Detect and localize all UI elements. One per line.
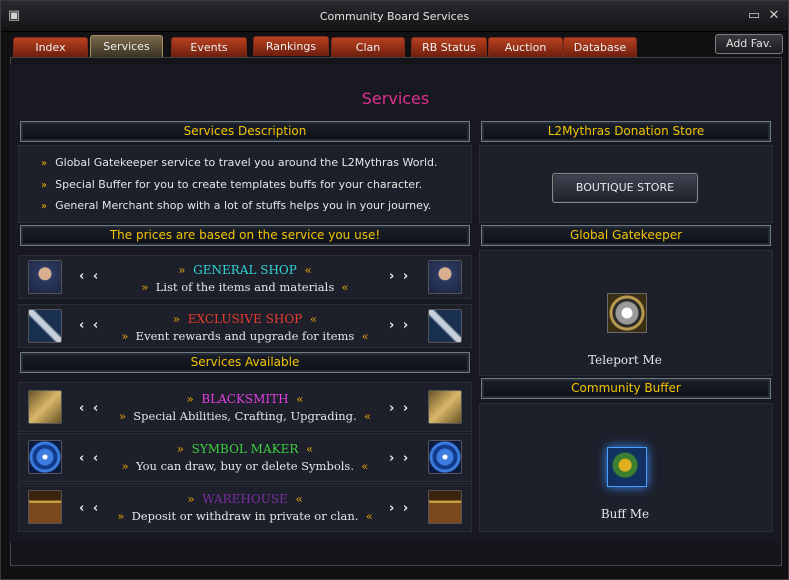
right-arrows-icon[interactable]: › › xyxy=(389,401,410,416)
prices-header: The prices are based on the service you … xyxy=(20,225,470,246)
tab-auction[interactable]: Auction xyxy=(488,37,563,57)
snowflake-symbol-icon xyxy=(28,440,62,474)
global-gatekeeper-header: Global Gatekeeper xyxy=(481,225,771,246)
treasure-chest-icon xyxy=(428,490,462,524)
shop-subtitle: » Event rewards and upgrade for items « xyxy=(121,329,369,343)
snowflake-symbol-icon xyxy=(428,440,462,474)
service-title[interactable]: » SYMBOL MAKER « xyxy=(114,442,376,456)
buff-me-label[interactable]: Buff Me xyxy=(479,507,771,521)
general-shop-row[interactable]: ‹ ‹ » GENERAL SHOP « » List of the items… xyxy=(18,255,472,299)
teleport-crystal-icon[interactable] xyxy=(607,293,647,333)
right-arrows-icon[interactable]: › › xyxy=(389,501,410,516)
right-arrows-icon[interactable]: › › xyxy=(389,451,410,466)
boutique-store-button[interactable]: BOUTIQUE STORE xyxy=(552,173,698,203)
left-arrows-icon[interactable]: ‹ ‹ xyxy=(79,451,100,466)
community-buffer-header: Community Buffer xyxy=(481,378,771,399)
service-title[interactable]: » BLACKSMITH « xyxy=(114,392,376,406)
left-arrows-icon[interactable]: ‹ ‹ xyxy=(79,401,100,416)
chevron-right-icon: » xyxy=(41,158,48,169)
crossed-weapons-icon xyxy=(28,309,62,343)
symbol-maker-row[interactable]: ‹ ‹ » SYMBOL MAKER « » You can draw, buy… xyxy=(18,433,472,482)
right-arrows-icon[interactable]: › › xyxy=(389,318,410,333)
warrior-buff-icon[interactable] xyxy=(607,447,647,487)
page-title: Services xyxy=(361,89,430,108)
hammer-icon xyxy=(428,390,462,424)
description-item: » General Merchant shop with a lot of stu… xyxy=(41,199,432,212)
blacksmith-row[interactable]: ‹ ‹ » BLACKSMITH « » Special Abilities, … xyxy=(18,382,472,432)
left-arrows-icon[interactable]: ‹ ‹ xyxy=(79,318,100,333)
treasure-chest-icon xyxy=(28,490,62,524)
service-subtitle: » You can draw, buy or delete Symbols. « xyxy=(121,459,369,473)
shop-subtitle: » List of the items and materials « xyxy=(141,280,349,294)
description-item: » Special Buffer for you to create templa… xyxy=(41,178,423,191)
close-icon[interactable]: ✕ xyxy=(767,9,781,23)
right-arrows-icon[interactable]: › › xyxy=(389,269,410,284)
tab-rankings[interactable]: Rankings xyxy=(253,36,329,56)
service-subtitle: » Special Abilities, Crafting, Upgrading… xyxy=(118,409,372,423)
knight-portrait-icon xyxy=(28,260,62,294)
add-fav-button[interactable]: Add Fav. xyxy=(715,34,783,54)
services-description-header: Services Description xyxy=(20,121,470,142)
tab-database[interactable]: Database xyxy=(563,37,637,57)
teleport-me-label[interactable]: Teleport Me xyxy=(479,353,771,367)
service-subtitle: » Deposit or withdraw in private or clan… xyxy=(117,509,373,523)
tab-index[interactable]: Index xyxy=(13,37,88,57)
tab-services[interactable]: Services xyxy=(90,35,163,57)
tab-rb-status[interactable]: RB Status xyxy=(411,37,487,57)
crossed-weapons-icon xyxy=(428,309,462,343)
minimize-icon[interactable]: ▭ xyxy=(747,9,761,23)
donation-store-header: L2Mythras Donation Store xyxy=(481,121,771,142)
tab-clan[interactable]: Clan xyxy=(331,37,405,57)
warehouse-row[interactable]: ‹ ‹ » WAREHOUSE « » Deposit or withdraw … xyxy=(18,483,472,532)
shop-title[interactable]: » GENERAL SHOP « xyxy=(114,263,376,277)
community-board-window: ▣ Community Board Services ▭ ✕ Index Ser… xyxy=(0,0,789,580)
service-title[interactable]: » WAREHOUSE « xyxy=(114,492,376,506)
title-bar[interactable]: ▣ Community Board Services ▭ ✕ xyxy=(1,1,788,32)
shop-title[interactable]: » EXCLUSIVE SHOP « xyxy=(114,312,376,326)
knight-portrait-icon xyxy=(428,260,462,294)
left-arrows-icon[interactable]: ‹ ‹ xyxy=(79,501,100,516)
chevron-right-icon: » xyxy=(41,201,48,212)
hammer-icon xyxy=(28,390,62,424)
services-available-header: Services Available xyxy=(20,352,470,373)
chevron-right-icon: » xyxy=(41,180,48,191)
services-description-panel: » Global Gatekeeper service to travel you… xyxy=(18,145,472,223)
window-title: Community Board Services xyxy=(319,10,470,23)
tab-events[interactable]: Events xyxy=(171,37,247,57)
description-item: » Global Gatekeeper service to travel you… xyxy=(41,156,438,169)
exclusive-shop-row[interactable]: ‹ ‹ » EXCLUSIVE SHOP « » Event rewards a… xyxy=(18,304,472,348)
left-arrows-icon[interactable]: ‹ ‹ xyxy=(79,269,100,284)
